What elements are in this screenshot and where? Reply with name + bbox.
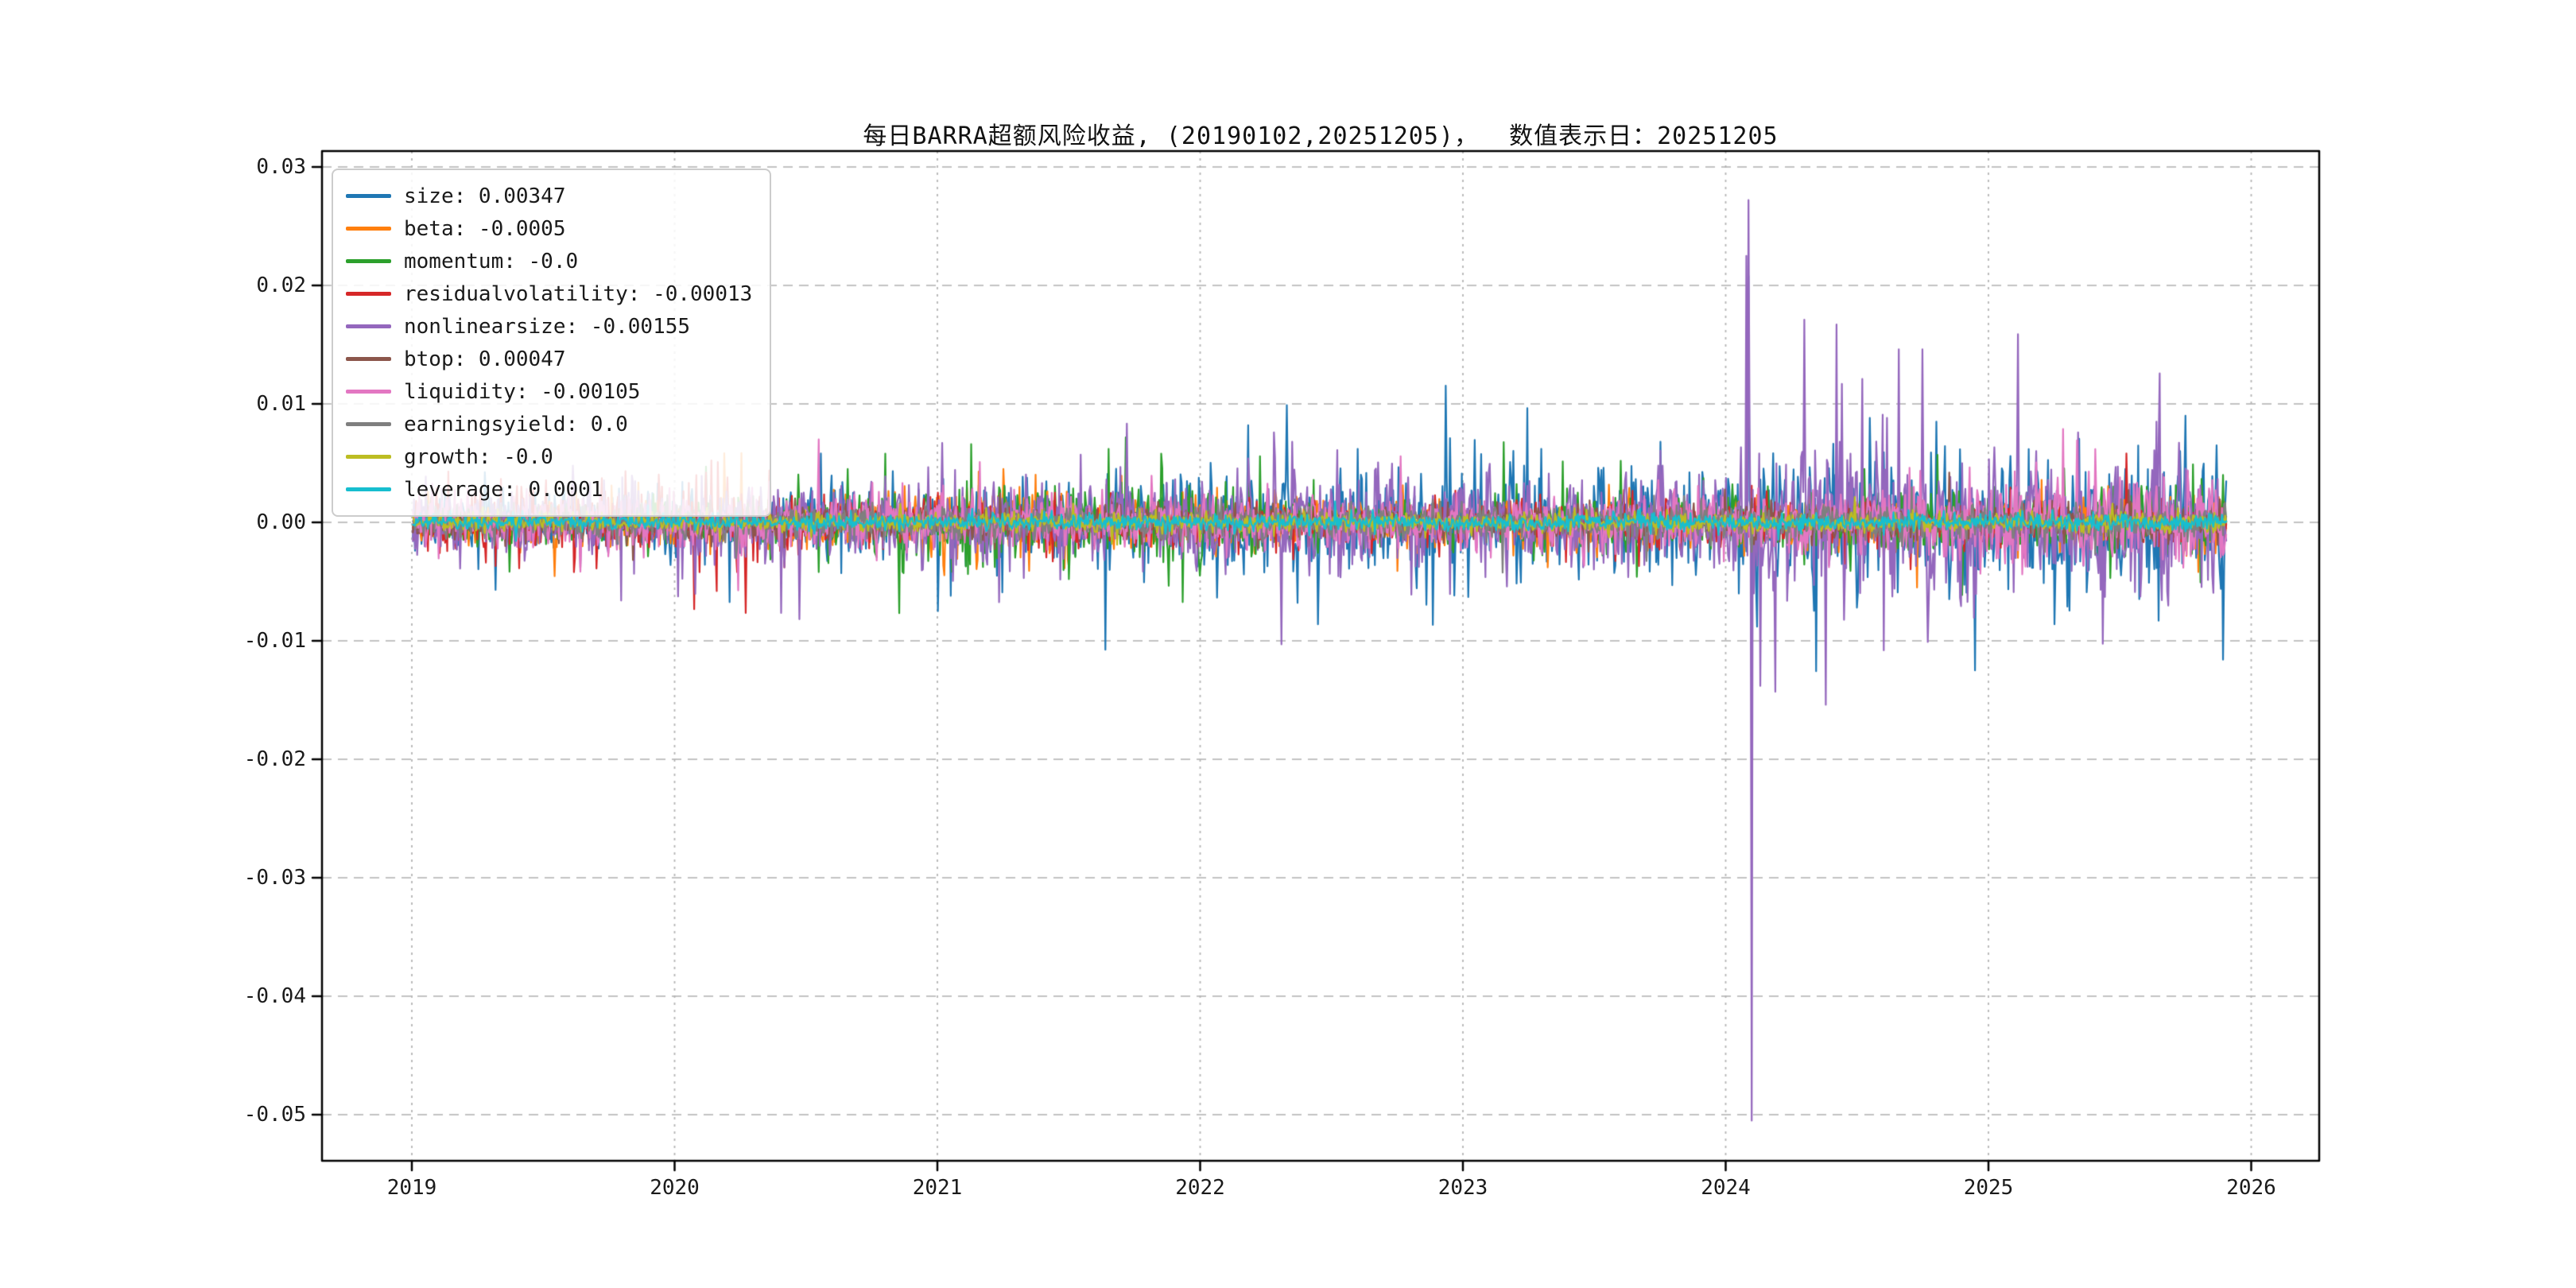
legend-label: btop: 0.00047 [404, 347, 566, 371]
legend-item-beta: beta: -0.0005 [346, 212, 752, 245]
legend-item-earningsyield: earningsyield: 0.0 [346, 408, 752, 440]
legend-label: size: 0.00347 [404, 184, 566, 208]
y-tick-label: 0.03 [256, 155, 306, 179]
legend-label: nonlinearsize: -0.00155 [404, 314, 691, 339]
x-tick-label: 2026 [2226, 1176, 2276, 1200]
x-tick-label: 2020 [650, 1176, 700, 1200]
legend-item-residualvolatility: residualvolatility: -0.00013 [346, 277, 752, 310]
x-tick-label: 2025 [1963, 1176, 2014, 1200]
legend-item-growth: growth: -0.0 [346, 440, 752, 473]
x-tick-label: 2021 [912, 1176, 963, 1200]
legend-label: liquidity: -0.00105 [404, 379, 641, 404]
y-tick-label: 0.01 [256, 392, 306, 416]
y-tick-label: -0.04 [243, 984, 306, 1008]
series-line-swatch [346, 422, 391, 426]
x-tick-label: 2023 [1437, 1176, 1488, 1200]
legend-label: beta: -0.0005 [404, 216, 566, 241]
x-tick-label: 2024 [1701, 1176, 1751, 1200]
x-tick-label: 2022 [1175, 1176, 1225, 1200]
legend: size: 0.00347 beta: -0.0005 momentum: -0… [332, 169, 772, 517]
series-line-swatch [346, 390, 391, 394]
y-tick-label: -0.05 [243, 1103, 306, 1127]
y-tick-label: 0.00 [256, 510, 306, 534]
y-tick-label: -0.02 [243, 747, 306, 771]
legend-item-momentum: momentum: -0.0 [346, 245, 752, 277]
series-line-swatch [346, 357, 391, 361]
chart-title: 每日BARRA超额风险收益, (20190102,20251205)， 数值表示… [863, 122, 1779, 150]
series-line-swatch [346, 259, 391, 263]
legend-item-btop: btop: 0.00047 [346, 343, 752, 375]
legend-label: residualvolatility: -0.00013 [404, 281, 753, 306]
series-line-swatch [346, 227, 391, 231]
series-line-swatch [346, 324, 391, 328]
series-line-swatch [346, 292, 391, 296]
y-tick-label: -0.01 [243, 629, 306, 653]
barra-daily-return-chart: 每日BARRA超额风险收益, (20190102,20251205)， 数值表示… [0, 0, 2576, 1288]
legend-item-size: size: 0.00347 [346, 180, 752, 212]
legend-item-liquidity: liquidity: -0.00105 [346, 375, 752, 408]
series-line-swatch [346, 455, 391, 459]
legend-item-nonlinearsize: nonlinearsize: -0.00155 [346, 310, 752, 343]
y-tick-label: 0.02 [256, 274, 306, 297]
y-tick-label: -0.03 [243, 866, 306, 890]
legend-label: momentum: -0.0 [404, 249, 579, 274]
series-line-swatch [346, 194, 391, 198]
legend-label: leverage: 0.0001 [404, 477, 603, 502]
legend-label: earningsyield: 0.0 [404, 412, 628, 436]
legend-item-leverage: leverage: 0.0001 [346, 473, 752, 506]
series-line-swatch [346, 487, 391, 491]
legend-label: growth: -0.0 [404, 444, 553, 469]
x-tick-label: 2019 [386, 1176, 437, 1200]
